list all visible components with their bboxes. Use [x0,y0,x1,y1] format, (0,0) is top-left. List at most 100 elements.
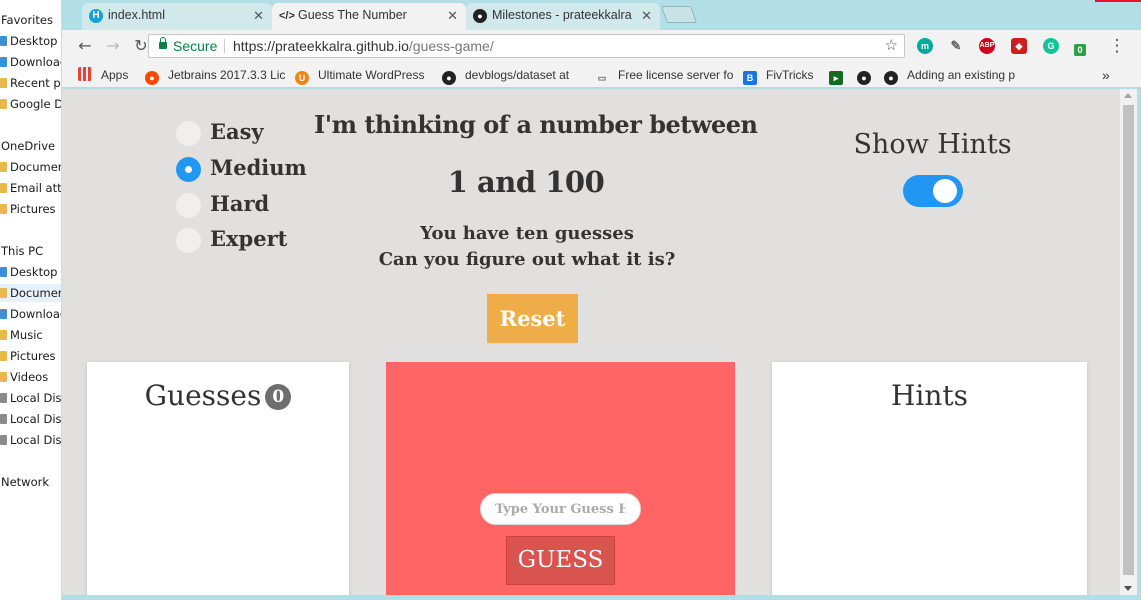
tab-milestones[interactable]: ● Milestones - prateekkalra ✕ [466,3,660,30]
ruby-icon[interactable]: ◆ [1011,38,1027,54]
guesses-panel: Guesses 0 [87,362,349,595]
bookmark-label: Apps [101,68,129,82]
tab-title: Guess The Number [298,8,407,22]
folder-icon [0,183,7,193]
explorer-item-label: Local Disk [10,412,62,426]
bookmark-item[interactable]: B FivTricks [743,62,818,88]
explorer-item[interactable]: Email attachments [0,179,62,197]
bookmarks-bar: Apps ● Jetbrains 2017.3.3 Lic U Ultimate Wor… [62,62,1141,88]
explorer-section-header[interactable]: Favorites [1,11,53,29]
explorer-item[interactable]: Music [0,326,43,344]
explorer-item[interactable]: Google Drive [0,95,61,113]
url-text: https://prateekkalra.github.io/guess-gam… [233,38,494,54]
bookmark-item[interactable]: ▸ [829,62,851,88]
folder-icon [0,288,7,298]
scroll-up-arrow-icon[interactable] [1124,93,1132,98]
secure-label: Secure [173,38,218,54]
explorer-item[interactable]: Local Disk [0,431,62,449]
explorer-section-header[interactable]: OneDrive [1,137,55,155]
new-tab-button[interactable] [660,6,698,23]
menu-kebab-icon[interactable]: ⋮ [1106,36,1128,56]
folder-icon [0,78,7,88]
explorer-item-label: Favorites [1,13,53,27]
explorer-item-label: Network [1,475,50,489]
browser-window: H index.html ✕ </> Guess The Number ✕ ● … [62,0,1141,600]
explorer-item[interactable]: Downloads [0,53,61,71]
radio-button[interactable] [176,121,201,146]
close-icon[interactable]: ✕ [641,3,652,28]
adblock-icon[interactable]: ABP [979,38,995,54]
explorer-item-label: Music [10,328,43,342]
explorer-item[interactable]: Documents [0,158,61,176]
m-extension-icon[interactable]: m [917,38,933,54]
forward-icon[interactable]: → [102,36,124,56]
address-bar[interactable]: Secure https://prateekkalra.github.io/gu… [148,34,905,58]
bookmark-item[interactable]: ● Jetbrains 2017.3.3 Lic [145,62,285,88]
back-icon[interactable]: ← [74,36,96,56]
explorer-item[interactable]: Desktop [0,32,57,50]
radio-button[interactable] [176,157,201,182]
window-close-edge [1095,0,1141,2]
grammarly-icon[interactable]: G [1043,38,1059,54]
explorer-item[interactable]: Desktop [0,263,57,281]
close-icon[interactable]: ✕ [253,3,264,28]
explorer-item-label: Pictures [10,349,56,363]
terminal-icon: ▸ [829,71,843,85]
radio-button[interactable] [176,193,201,218]
bookmark-item[interactable]: ● devblogs/dataset at [442,62,587,88]
tab-guess-the-number[interactable]: </> Guess The Number ✕ [272,3,466,30]
wordpress-plugin-icon: U [295,71,309,85]
badge-extension-icon[interactable]: 0 [1074,44,1086,56]
bookmark-item[interactable]: ● [857,62,879,88]
close-icon[interactable]: ✕ [447,3,458,28]
explorer-item[interactable]: Documents [0,284,61,302]
bookmark-item[interactable]: ● Adding an existing p [884,62,1044,88]
bookmark-label: Jetbrains 2017.3.3 Lic [168,68,285,82]
page-scrollbar[interactable] [1120,89,1137,595]
guesses-title-text: Guesses [144,379,262,412]
guess-button[interactable]: GUESS [506,536,615,585]
bookmark-item[interactable]: U Ultimate WordPress [295,62,435,88]
bookmarks-overflow-chevron-icon[interactable]: » [1102,62,1110,88]
folder-icon [0,99,7,109]
bookmark-item[interactable]: Apps [78,62,138,88]
lock-icon [159,37,167,50]
bookmark-label: Ultimate WordPress [318,68,425,82]
difficulty-label: Medium [210,155,307,180]
explorer-item-label: Local Disk [10,391,62,405]
explorer-item-label: Google Drive [10,97,61,111]
bookmark-label: Adding an existing p [907,68,1016,82]
bookmark-item[interactable]: ▭ Free license server fo [595,62,735,88]
explorer-section-header[interactable]: Network [1,473,49,491]
folder-icon [0,309,7,319]
radio-button[interactable] [176,228,201,253]
scrollbar-thumb[interactable] [1123,105,1134,575]
eyedropper-icon[interactable]: ✎ [948,38,964,54]
guesses-title: Guesses 0 [87,379,349,412]
tab-index-html[interactable]: H index.html ✕ [82,3,272,30]
explorer-item[interactable]: Local Disk [0,410,62,428]
explorer-item[interactable]: Pictures [0,347,56,365]
explorer-item[interactable]: Local Disk [0,389,62,407]
explorer-item-label: Email attachments [10,181,62,195]
headline: I'm thinking of a number between [314,110,758,139]
explorer-item-label: Local Disk [10,433,62,447]
explorer-item[interactable]: Videos [0,368,48,386]
explorer-item[interactable]: Downloads [0,305,61,323]
explorer-item[interactable]: Recent places [0,74,61,92]
bookmark-star-icon[interactable]: ☆ [885,35,898,57]
guess-input[interactable] [480,493,641,525]
tab-title: Milestones - prateekkalra [492,8,632,22]
explorer-item-label: Documents [10,160,61,174]
scroll-down-arrow-icon[interactable] [1124,586,1132,591]
drive-icon [0,393,7,403]
code-icon: </> [279,10,295,22]
html-file-icon: H [89,9,103,23]
show-hints-toggle[interactable] [903,175,963,207]
explorer-item[interactable]: Pictures [0,200,56,218]
explorer-item-label: Downloads [10,307,61,321]
browser-toolbar: ← → ↻ Secure https://prateekkalra.github… [62,30,1141,62]
explorer-section-header[interactable]: This PC [1,242,43,260]
reset-button[interactable]: Reset [487,294,578,343]
apps-grid-icon [78,67,92,81]
